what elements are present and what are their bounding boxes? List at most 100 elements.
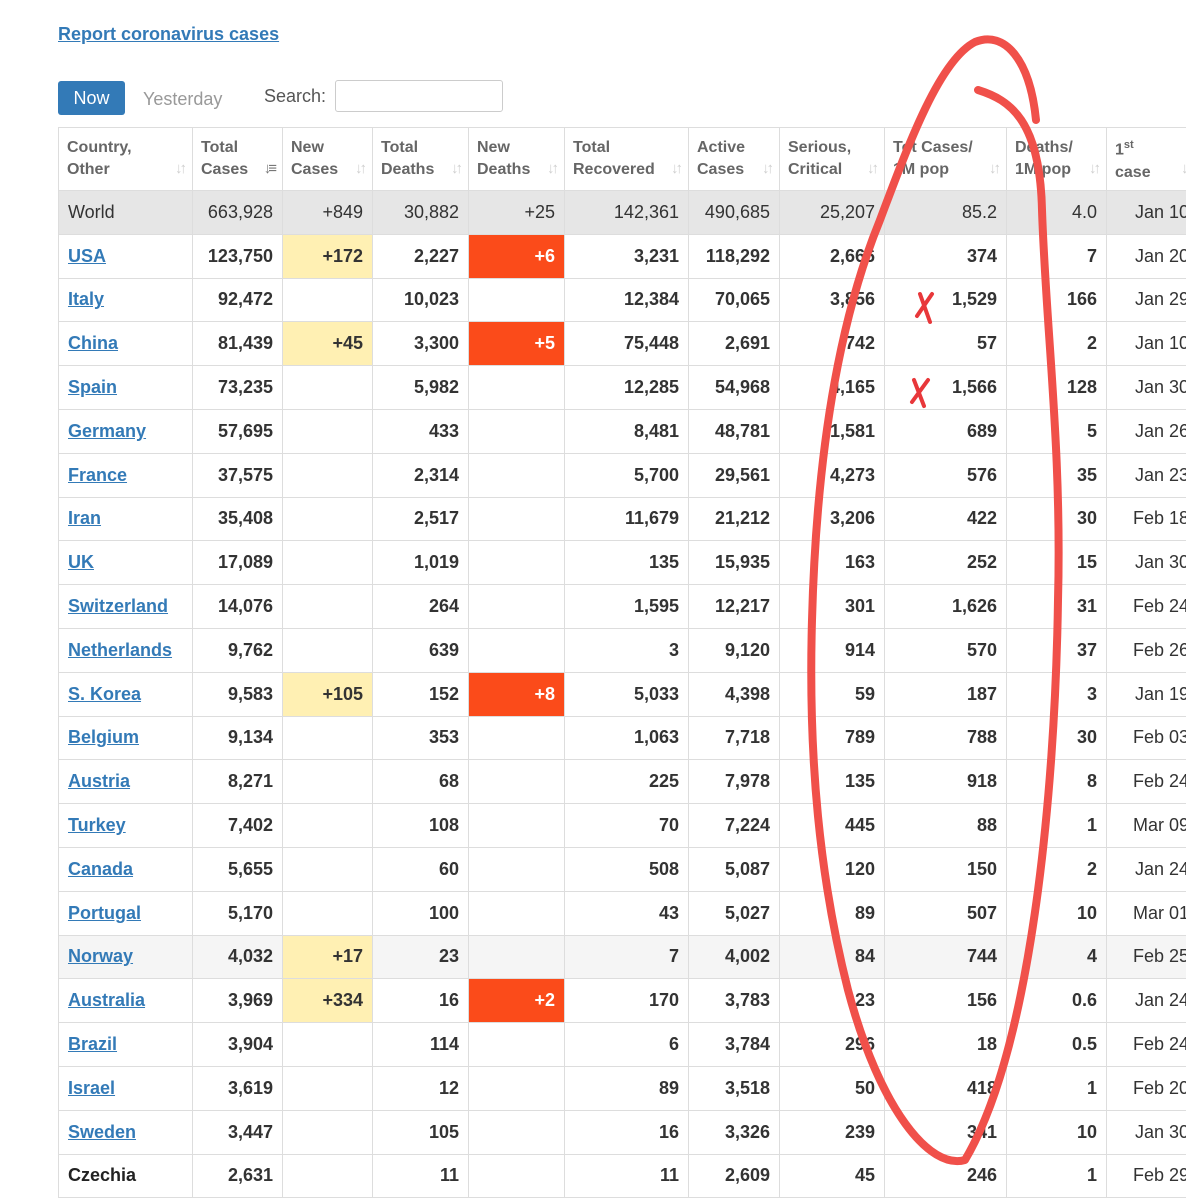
active-cases-cell: 3,784	[688, 1022, 780, 1067]
sort-arrows-icon[interactable]: ↓↑	[762, 158, 774, 180]
new-deaths-cell	[468, 408, 565, 454]
total-cases-cell: 81,439	[192, 321, 283, 367]
country-link[interactable]: Australia	[68, 990, 145, 1010]
country-link[interactable]: Switzerland	[68, 596, 168, 616]
total-deaths-cell: 3,300	[372, 321, 469, 367]
column-header-9[interactable]: Deaths/1M pop ↓↑	[1006, 127, 1107, 191]
total-cases-cell: 663,928	[192, 190, 283, 235]
new-deaths-cell: +25	[468, 190, 565, 235]
column-header-3[interactable]: Total Deaths ↓↑	[372, 127, 469, 191]
sort-arrows-icon[interactable]: ↓↑	[867, 158, 879, 180]
country-link[interactable]: Norway	[68, 946, 133, 966]
country-link[interactable]: Israel	[68, 1078, 115, 1098]
column-header-8[interactable]: Tot Cases/1M pop ↓↑	[884, 127, 1007, 191]
tab-yesterday[interactable]: Yesterday	[143, 87, 222, 110]
column-header-line2: case	[1115, 163, 1151, 181]
active-cases-cell: 5,087	[688, 846, 780, 892]
country-link[interactable]: Iran	[68, 508, 101, 528]
search-input[interactable]	[335, 80, 503, 112]
tot-cases-1m-cell: 57	[884, 321, 1007, 367]
country-link[interactable]: Sweden	[68, 1122, 136, 1142]
total-recovered-cell: 16	[564, 1109, 689, 1155]
tot-cases-1m-cell: 85.2	[884, 190, 1007, 235]
sort-arrows-icon[interactable]: ↓↑	[355, 158, 367, 180]
active-cases-cell: 7,978	[688, 759, 780, 805]
tot-cases-1m-cell: 689	[884, 408, 1007, 454]
table-row: Israel 3,619 12 89 3,518 50 418 1 Feb 20	[58, 1065, 1186, 1111]
world-total-row: World 663,928 +849 30,882 +25 142,361 490,685 2…	[58, 190, 1186, 235]
table-row: Iran 35,408 2,517 11,679 21,212 3,206 422 30 Feb…	[58, 496, 1186, 542]
sort-arrows-icon[interactable]: ↓↑	[175, 158, 187, 180]
country-link[interactable]: China	[68, 333, 118, 353]
new-deaths-cell	[468, 1022, 565, 1067]
total-deaths-cell: 639	[372, 627, 469, 673]
total-cases-cell: 37,575	[192, 452, 283, 498]
column-header-2[interactable]: New Cases ↓↑	[282, 127, 373, 191]
new-deaths-cell	[468, 846, 565, 892]
tot-cases-1m-cell: 918	[884, 759, 1007, 805]
country-link[interactable]: Netherlands	[68, 640, 172, 660]
country-link[interactable]: Austria	[68, 771, 130, 791]
country-link[interactable]: Brazil	[68, 1034, 117, 1054]
serious-critical-cell: 89	[779, 890, 885, 936]
total-cases-cell: 73,235	[192, 365, 283, 410]
country-link[interactable]: S. Korea	[68, 684, 141, 704]
country-link[interactable]: Spain	[68, 377, 117, 397]
serious-critical-cell: 3,856	[779, 277, 885, 323]
search-label: Search:	[264, 86, 327, 106]
column-header-line1: Deaths/	[1015, 139, 1073, 156]
active-cases-cell: 9,120	[688, 627, 780, 673]
new-cases-cell	[282, 759, 373, 805]
country-link[interactable]: Belgium	[68, 727, 139, 747]
country-cell: UK	[58, 540, 193, 586]
column-header-6[interactable]: Active Cases ↓↑	[688, 127, 780, 191]
sort-descending-icon[interactable]: ↓≡	[264, 158, 277, 180]
country-link[interactable]: Turkey	[68, 815, 126, 835]
country-link[interactable]: Canada	[68, 859, 133, 879]
total-recovered-cell: 135	[564, 540, 689, 586]
tot-cases-1m-cell: 1,626	[884, 584, 1007, 629]
total-recovered-cell: 3	[564, 627, 689, 673]
column-header-4[interactable]: New Deaths ↓↑	[468, 127, 565, 191]
country-link[interactable]: Germany	[68, 421, 146, 441]
new-deaths-cell	[468, 277, 565, 323]
sort-arrows-icon[interactable]: ↓↑	[1181, 158, 1186, 180]
total-deaths-cell: 152	[372, 671, 469, 717]
sort-arrows-icon[interactable]: ↓↑	[547, 158, 559, 180]
total-cases-cell: 9,583	[192, 671, 283, 717]
total-recovered-cell: 75,448	[564, 321, 689, 367]
active-cases-cell: 2,691	[688, 321, 780, 367]
tot-cases-1m-cell: 744	[884, 934, 1007, 980]
new-deaths-cell	[468, 584, 565, 629]
table-row: China 81,439 +45 3,300 +5 75,448 2,691 742 57 2 Ja…	[58, 321, 1186, 367]
sort-arrows-icon[interactable]: ↓↑	[1089, 158, 1101, 180]
serious-critical-cell: 23	[779, 978, 885, 1024]
total-deaths-cell: 16	[372, 978, 469, 1024]
country-link[interactable]: UK	[68, 552, 94, 572]
column-header-1[interactable]: Total Cases ↓≡	[192, 127, 283, 191]
column-header-7[interactable]: Serious, Critical ↓↑	[779, 127, 885, 191]
serious-critical-cell: 742	[779, 321, 885, 367]
total-recovered-cell: 1,595	[564, 584, 689, 629]
tab-now[interactable]: Now	[58, 81, 125, 115]
column-header-line2: Cases	[291, 161, 339, 178]
column-header-0[interactable]: Country, Other ↓↑	[58, 127, 193, 191]
column-header-5[interactable]: Total Recovered ↓↑	[564, 127, 689, 191]
column-header-10[interactable]: 1st case ↓↑	[1106, 127, 1186, 191]
first-case-cell: Jan 26	[1106, 408, 1186, 454]
sort-arrows-icon[interactable]: ↓↑	[451, 158, 463, 180]
sort-arrows-icon[interactable]: ↓↑	[989, 158, 1001, 180]
country-link[interactable]: USA	[68, 246, 106, 266]
country-link[interactable]: Italy	[68, 289, 104, 309]
active-cases-cell: 5,027	[688, 890, 780, 936]
total-deaths-cell: 100	[372, 890, 469, 936]
tot-cases-1m-cell: 341	[884, 1109, 1007, 1155]
new-deaths-cell	[468, 890, 565, 936]
total-cases-cell: 9,762	[192, 627, 283, 673]
total-cases-cell: 57,695	[192, 408, 283, 454]
total-cases-cell: 4,032	[192, 934, 283, 980]
sort-arrows-icon[interactable]: ↓↑	[671, 158, 683, 180]
country-link[interactable]: Portugal	[68, 903, 141, 923]
country-link[interactable]: France	[68, 465, 127, 485]
report-cases-link[interactable]: Report coronavirus cases	[58, 24, 279, 45]
